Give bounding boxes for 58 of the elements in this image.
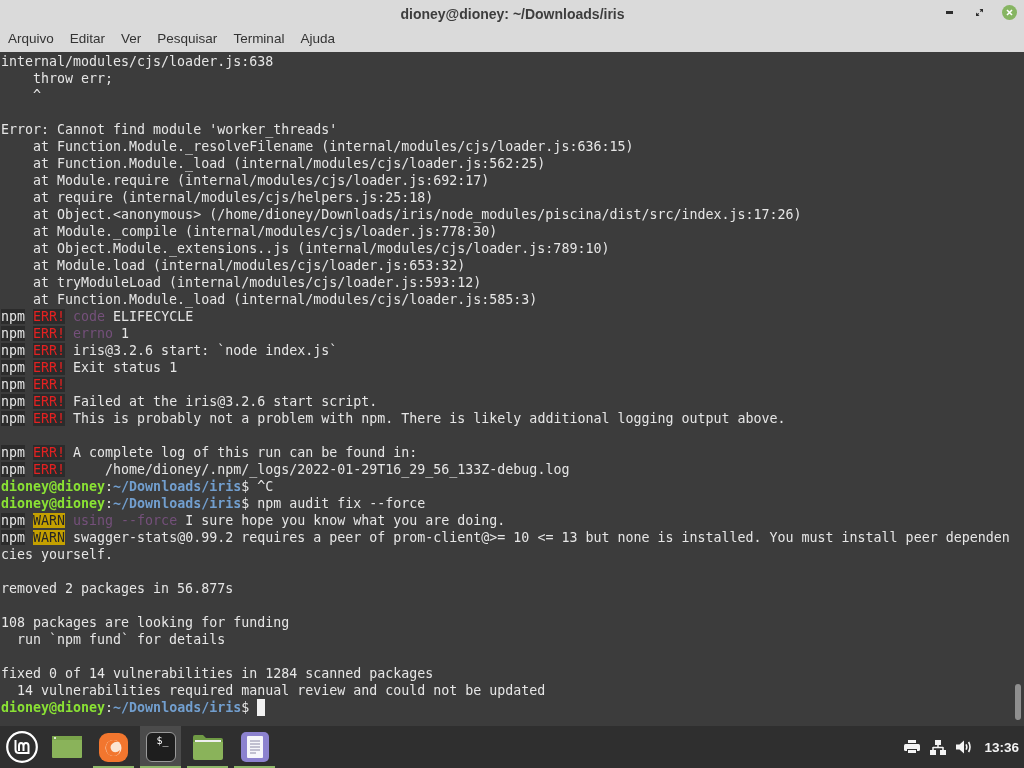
menu-item[interactable]: Pesquisar xyxy=(149,31,226,46)
menu-item[interactable]: Arquivo xyxy=(0,31,62,46)
window-title: dioney@dioney: ~/Downloads/iris xyxy=(400,5,625,22)
output-line: at Object.<anonymous> (/home/dioney/Downloads/iris/node_modules/piscina/dist/src/index.js:17:26) xyxy=(32,207,802,222)
printer-icon[interactable] xyxy=(904,740,921,754)
menu-item[interactable]: Ver xyxy=(113,31,150,46)
menu-item[interactable]: Editar xyxy=(61,31,114,46)
menu-item[interactable]: Ajuda xyxy=(292,31,343,46)
npm-log-line: npm ERR! Failed at the iris@3.2.6 start script. xyxy=(1,394,378,409)
terminal-icon: $_ xyxy=(145,732,176,762)
output-line: at Function.Module._load (internal/modules/cjs/loader.js:585:3) xyxy=(32,292,538,307)
scrollbar-thumb[interactable] xyxy=(1015,684,1021,720)
menu-item[interactable]: Terminal xyxy=(225,31,293,46)
output-line: ^ xyxy=(32,88,42,103)
output-line: internal/modules/cjs/loader.js:638 xyxy=(1,54,274,69)
minimize-icon xyxy=(946,11,953,14)
output-line: 14 vulnerabilities required manual review and could not be updated xyxy=(16,683,546,698)
logo-icon xyxy=(6,731,38,763)
maximize-icon xyxy=(976,9,983,16)
npm-log-line: npm WARN using --force I sure hope you know what you are doing. xyxy=(1,513,506,528)
output-line: removed 2 packages in 56.877s xyxy=(1,581,234,596)
browser-icon xyxy=(99,732,128,762)
npm-log-line: npm ERR! /home/dioney/.npm/_logs/2022-01-29T16_29_56_133Z-debug.log xyxy=(1,462,570,477)
output-line: run `npm fund` for details xyxy=(16,632,226,647)
npm-log-line: npm ERR! Exit status 1 xyxy=(1,360,178,375)
maximize-button[interactable] xyxy=(974,7,985,18)
volume-icon[interactable] xyxy=(956,740,973,754)
output-line: at Module.load (internal/modules/cjs/loader.js:653:32) xyxy=(32,258,466,273)
clock[interactable]: 13:36 xyxy=(984,739,1019,755)
output-line: fixed 0 of 14 vulnerabilities in 1284 scanned packages xyxy=(1,666,434,681)
output-line: at Object.Module._extensions..js (internal/modules/cjs/loader.js:789:10) xyxy=(32,241,610,256)
output-line: Error: Cannot find module 'worker_threads' xyxy=(1,122,338,137)
output-line: cies yourself. xyxy=(1,547,114,562)
prompt-line: dioney@dioney:~/Downloads/iris$ xyxy=(1,700,250,715)
document-icon xyxy=(240,732,269,762)
npm-log-line: npm ERR! A complete log of this run can be found in: xyxy=(1,445,418,460)
npm-log-line: npm WARN swagger-stats@0.99.2 requires a peer of prom-client@>= 10 <= 13 but none is installed. You must install peer dependen xyxy=(1,530,1010,545)
npm-log-line: npm ERR! iris@3.2.6 start: `node index.js` xyxy=(1,343,338,358)
taskbar-app-button[interactable]: $_ xyxy=(140,726,181,768)
window-icon xyxy=(51,736,82,758)
text-cursor-icon xyxy=(257,699,266,716)
npm-log-line: npm ERR! code ELIFECYCLE xyxy=(1,309,194,324)
output-line: at Module._compile (internal/modules/cjs/loader.js:778:30) xyxy=(32,224,498,239)
output-line: at Function.Module._load (internal/modules/cjs/loader.js:562:25) xyxy=(32,156,546,171)
output-line: 108 packages are looking for funding xyxy=(1,615,290,630)
output-line: throw err; xyxy=(32,71,114,86)
output-line: at Module.require (internal/modules/cjs/loader.js:692:17) xyxy=(32,173,490,188)
network-icon[interactable] xyxy=(930,739,947,755)
prompt-line: dioney@dioney:~/Downloads/iris$ ^C xyxy=(1,479,274,494)
output-line: at tryModuleLoad (internal/modules/cjs/loader.js:593:12) xyxy=(32,275,482,290)
npm-log-line: npm ERR! xyxy=(1,377,67,392)
npm-log-line: npm ERR! errno 1 xyxy=(1,326,130,341)
close-icon xyxy=(1002,5,1017,20)
npm-log-line: npm ERR! This is probably not a problem with npm. There is likely additional logging output above. xyxy=(1,411,786,426)
output-line: at require (internal/modules/cjs/helpers.js:25:18) xyxy=(32,190,434,205)
prompt-line: dioney@dioney:~/Downloads/iris$ npm audit fix --force xyxy=(1,496,426,511)
folder-icon xyxy=(192,734,223,760)
output-line: at Function.Module._resolveFilename (internal/modules/cjs/loader.js:636:15) xyxy=(32,139,634,154)
